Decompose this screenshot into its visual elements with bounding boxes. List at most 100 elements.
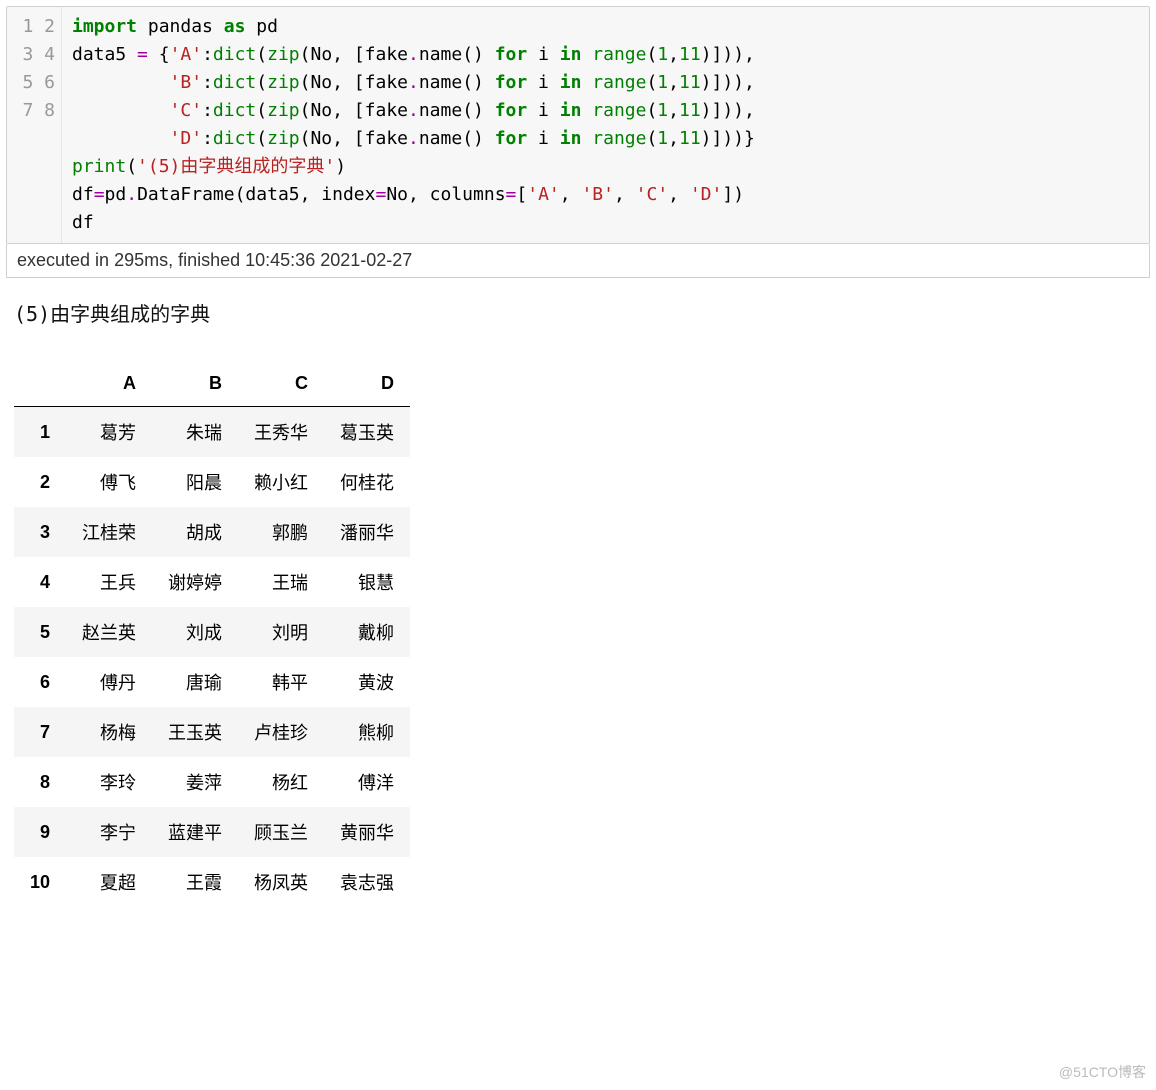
code-token: 'D' [170, 128, 203, 149]
df-cell: 朱瑞 [152, 407, 238, 458]
code-token: . [408, 44, 419, 65]
code-token: name() [419, 100, 495, 121]
code-token: name() [419, 128, 495, 149]
code-token: dict [213, 128, 256, 149]
code-token: range [592, 72, 646, 93]
code-token: ( [256, 72, 267, 93]
code-token: ( [126, 156, 137, 177]
execution-status: executed in 295ms, finished 10:45:36 202… [6, 244, 1150, 278]
code-token: DataFrame(data5, index [137, 184, 375, 205]
df-row-index: 10 [14, 857, 66, 907]
code-token: '(5)由字典组成的字典' [137, 156, 335, 177]
code-token: , [668, 72, 679, 93]
code-token: 'A' [527, 184, 560, 205]
table-row: 3江桂荣胡成郭鹏潘丽华 [14, 507, 410, 557]
code-token: zip [267, 44, 300, 65]
code-token [72, 100, 170, 121]
df-cell: 王秀华 [238, 407, 324, 458]
code-token: import [72, 16, 137, 37]
df-cell: 王玉英 [152, 707, 238, 757]
code-token: . [408, 128, 419, 149]
code-token: name() [419, 44, 495, 65]
df-cell: 姜萍 [152, 757, 238, 807]
code-token: ( [646, 72, 657, 93]
code-token: for [495, 72, 528, 93]
df-row-index: 2 [14, 457, 66, 507]
df-cell: 潘丽华 [324, 507, 410, 557]
df-cell: 李宁 [66, 807, 152, 857]
code-token: )])), [701, 44, 755, 65]
code-token: range [592, 128, 646, 149]
df-row-index: 8 [14, 757, 66, 807]
code-token: ) [335, 156, 346, 177]
df-cell: 傅丹 [66, 657, 152, 707]
df-col-header: B [152, 361, 238, 407]
table-row: 8李玲姜萍杨红傅洋 [14, 757, 410, 807]
df-cell: 卢桂珍 [238, 707, 324, 757]
code-token: , [668, 44, 679, 65]
df-cell: 唐瑜 [152, 657, 238, 707]
code-token: zip [267, 72, 300, 93]
code-token: , [560, 184, 582, 205]
code-token: = [94, 184, 105, 205]
code-token: , [614, 184, 636, 205]
df-cell: 赖小红 [238, 457, 324, 507]
code-token: in [560, 128, 582, 149]
code-token: 1 [657, 128, 668, 149]
df-cell: 杨梅 [66, 707, 152, 757]
code-token: pandas [137, 16, 224, 37]
code-token: name() [419, 72, 495, 93]
code-token: 11 [679, 72, 701, 93]
dataframe-table: ABCD 1葛芳朱瑞王秀华葛玉英2傅飞阳晨赖小红何桂花3江桂荣胡成郭鹏潘丽华4王… [14, 361, 410, 907]
df-cell: 何桂花 [324, 457, 410, 507]
code-token: dict [213, 72, 256, 93]
df-cell: 李玲 [66, 757, 152, 807]
code-token: , [668, 128, 679, 149]
code-token: , [668, 100, 679, 121]
code-line: import pandas as pd [72, 13, 1141, 41]
code-token: : [202, 44, 213, 65]
table-row: 1葛芳朱瑞王秀华葛玉英 [14, 407, 410, 458]
code-token: (No, [fake [300, 44, 408, 65]
code-token: , [668, 184, 690, 205]
code-token: No, columns [386, 184, 505, 205]
code-token: ( [646, 128, 657, 149]
code-editor[interactable]: import pandas as pddata5 = {'A':dict(zip… [61, 7, 1149, 243]
code-token: ( [646, 100, 657, 121]
code-token: = [137, 44, 148, 65]
code-token [581, 44, 592, 65]
dataframe-output: ABCD 1葛芳朱瑞王秀华葛玉英2傅飞阳晨赖小红何桂花3江桂荣胡成郭鹏潘丽华4王… [0, 331, 1156, 917]
code-token: { [148, 44, 170, 65]
df-cell: 王兵 [66, 557, 152, 607]
code-token: )])), [701, 72, 755, 93]
df-cell: 刘明 [238, 607, 324, 657]
watermark: @51CTO博客 [1059, 1062, 1146, 1082]
df-cell: 杨凤英 [238, 857, 324, 907]
code-token: = [506, 184, 517, 205]
table-row: 4王兵谢婷婷王瑞银慧 [14, 557, 410, 607]
df-cell: 袁志强 [324, 857, 410, 907]
code-token: pd [105, 184, 127, 205]
code-line: 'D':dict(zip(No, [fake.name() for i in r… [72, 125, 1141, 153]
code-token [581, 100, 592, 121]
code-token: 11 [679, 100, 701, 121]
code-token: range [592, 100, 646, 121]
df-row-index: 4 [14, 557, 66, 607]
code-token [581, 72, 592, 93]
code-token: 11 [679, 44, 701, 65]
df-cell: 傅飞 [66, 457, 152, 507]
df-cell: 谢婷婷 [152, 557, 238, 607]
code-token: (No, [fake [300, 128, 408, 149]
code-token: ]) [722, 184, 744, 205]
df-cell: 顾玉兰 [238, 807, 324, 857]
df-cell: 傅洋 [324, 757, 410, 807]
code-token: 'C' [170, 100, 203, 121]
df-cell: 郭鹏 [238, 507, 324, 557]
df-row-index: 7 [14, 707, 66, 757]
code-token: ( [646, 44, 657, 65]
df-col-header: A [66, 361, 152, 407]
code-token: : [202, 72, 213, 93]
code-cell[interactable]: 1 2 3 4 5 6 7 8 import pandas as pddata5… [6, 6, 1150, 244]
code-token: 'B' [581, 184, 614, 205]
df-cell: 江桂荣 [66, 507, 152, 557]
